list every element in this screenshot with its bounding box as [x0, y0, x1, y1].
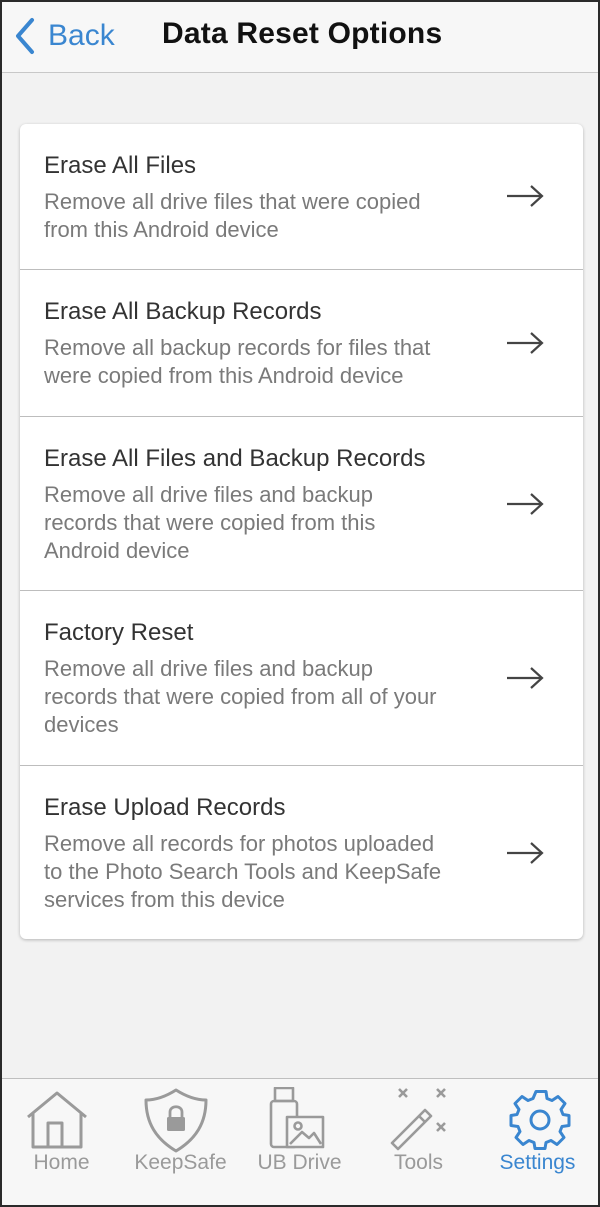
tab-ub-drive[interactable]: UB Drive [240, 1079, 359, 1205]
option-description: Remove all drive files and backup record… [44, 656, 437, 737]
tab-tools[interactable]: Tools [359, 1079, 478, 1205]
option-erase-upload-records[interactable]: Erase Upload Records Remove all records … [20, 766, 583, 939]
option-title: Erase Upload Records [44, 794, 286, 821]
option-description: Remove all backup records for files that… [44, 335, 431, 388]
option-factory-reset[interactable]: Factory Reset Remove all drive files and… [20, 591, 583, 766]
arrow-right-icon [507, 493, 544, 515]
arrow-right-icon [507, 332, 544, 354]
gear-icon [509, 1090, 571, 1150]
page-title: Data Reset Options [162, 17, 443, 50]
tab-home[interactable]: Home [2, 1079, 121, 1205]
option-erase-files-and-backup-records[interactable]: Erase All Files and Backup Records Remov… [20, 417, 583, 591]
option-description: Remove all records for photos uploaded t… [44, 831, 442, 912]
tab-label: KeepSafe [134, 1151, 227, 1174]
arrow-right-icon [507, 667, 544, 689]
chevron-left-icon [16, 18, 34, 54]
option-title: Erase All Backup Records [44, 298, 322, 325]
nav-bar: Back Data Reset Options [2, 2, 598, 73]
option-erase-all-files[interactable]: Erase All Files Remove all drive files t… [20, 124, 583, 270]
screen: Back Data Reset Options Erase All Files … [0, 0, 600, 1207]
usb-drive-icon [269, 1087, 325, 1149]
option-title: Erase All Files and Backup Records [44, 445, 426, 472]
tab-label: UB Drive [257, 1151, 342, 1174]
home-icon [27, 1091, 87, 1149]
option-title: Erase All Files [44, 152, 197, 179]
option-title: Factory Reset [44, 619, 194, 646]
shield-lock-icon [144, 1088, 208, 1153]
tab-settings[interactable]: Settings [478, 1079, 597, 1205]
back-button[interactable]: Back [14, 16, 115, 56]
arrow-right-icon [507, 185, 544, 207]
magic-wand-icon [390, 1088, 446, 1151]
option-erase-backup-records[interactable]: Erase All Backup Records Remove all back… [20, 270, 583, 417]
option-description: Remove all drive files that were copied … [44, 189, 421, 242]
arrow-right-icon [507, 842, 544, 864]
option-description: Remove all drive files and backup record… [44, 482, 376, 563]
tab-label: Home [33, 1151, 90, 1174]
reset-options-list: Erase All Files Remove all drive files t… [20, 124, 583, 939]
back-label: Back [48, 19, 115, 52]
tab-label: Settings [499, 1151, 576, 1174]
tab-label: Tools [393, 1151, 444, 1174]
tab-keepsafe[interactable]: KeepSafe [121, 1079, 240, 1205]
tab-bar: Home KeepSafe UB Drive Tools Settings [2, 1078, 598, 1205]
